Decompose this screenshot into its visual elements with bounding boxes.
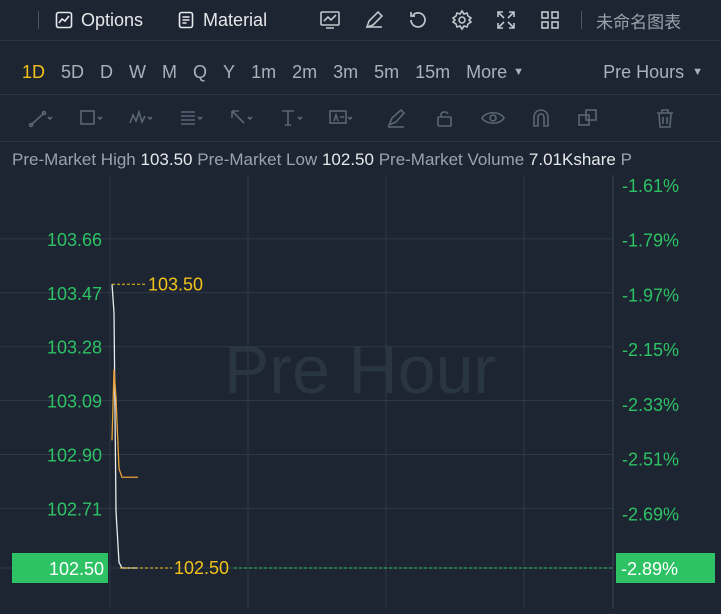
period-5m[interactable]: 5m (374, 62, 399, 83)
period-2m[interactable]: 2m (292, 62, 317, 83)
chart-watermark: Pre Hour (224, 332, 496, 408)
period-1d[interactable]: 1D (22, 62, 45, 83)
y-pct-tick-label: -1.61% (622, 176, 679, 196)
options-button[interactable]: Options (55, 10, 143, 31)
y-pct-tick-label: -2.51% (622, 450, 679, 470)
period-w[interactable]: W (129, 62, 146, 83)
settings-gear-icon[interactable] (451, 9, 473, 31)
premarket-low-value: 102.50 (321, 150, 374, 169)
fibonacci-tool-icon[interactable] (178, 107, 204, 129)
premarket-high-label: Pre-Market High (12, 150, 136, 169)
trendline-tool-icon[interactable] (28, 107, 54, 129)
draw-pen-icon[interactable] (363, 9, 385, 31)
period-5d[interactable]: 5D (61, 62, 84, 83)
toolbar-divider (38, 11, 39, 29)
magnet-icon[interactable] (528, 107, 554, 129)
left-price-axis: 103.66 103.47 103.28 103.09 102.90 102.71 (47, 230, 102, 520)
annotation-tool-icon[interactable] (328, 107, 354, 129)
indicator-icon[interactable] (319, 9, 341, 31)
y-tick-label: 102.71 (47, 499, 102, 519)
premarket-trailing-text: P (620, 150, 632, 169)
y-tick-label: 103.66 (47, 230, 102, 250)
price-chart[interactable]: Pre Hour 103.66 103.47 103.28 103.09 102.90 1… (0, 175, 721, 609)
chart-svg[interactable]: Pre Hour 103.66103.47103.28103.09102.901… (0, 175, 721, 609)
caret-down-icon: ▼ (513, 66, 525, 78)
period-q[interactable]: Q (193, 62, 207, 83)
y-pct-tick-label: -2.33% (622, 395, 679, 415)
price-line (111, 284, 138, 569)
y-pct-tick-label: -2.69% (622, 504, 679, 524)
y-tick-label: 103.09 (47, 392, 102, 412)
material-button[interactable]: Material (177, 10, 267, 31)
document-icon (178, 11, 194, 29)
pattern-tool-icon[interactable] (128, 107, 154, 129)
text-tool-icon[interactable] (278, 107, 304, 129)
period-y[interactable]: Y (223, 62, 235, 83)
chart-name[interactable]: 未命名图表 (596, 8, 681, 33)
lock-icon[interactable] (432, 107, 458, 129)
session-label: Pre Hours (603, 61, 685, 82)
period-1m[interactable]: 1m (251, 62, 276, 83)
layers-icon[interactable] (576, 107, 602, 129)
low-marker-label: 102.50 (174, 558, 229, 578)
toolbar-divider (581, 11, 583, 29)
current-price-label: 102.50 (49, 559, 104, 579)
premarket-info: Pre-Market High 103.50 Pre-Market Low 10… (12, 150, 632, 170)
fullscreen-icon[interactable] (495, 9, 517, 31)
layout-grid-icon[interactable] (539, 9, 561, 31)
period-list: 1D 5D D W M Q Y 1m 2m 3m 5m 15m (22, 62, 466, 83)
more-label: More (466, 61, 508, 82)
premarket-volume-label: Pre-Market Volume (378, 150, 525, 169)
rectangle-tool-icon[interactable] (78, 107, 104, 129)
eye-icon[interactable] (480, 107, 506, 129)
right-percent-axis: -1.61% -1.79% -1.97% -2.15% -2.33% -2.51% -2.6… (622, 176, 679, 524)
premarket-volume-value: 7.01Kshare (528, 150, 616, 169)
chart-options-icon (55, 11, 73, 29)
series-layer (111, 284, 138, 569)
premarket-low-label: Pre-Market Low (197, 150, 318, 169)
period-bar: 1D 5D D W M Q Y 1m 2m 3m 5m 15m More ▼ Pre Hours ▼ (0, 50, 721, 95)
period-15m[interactable]: 15m (415, 62, 450, 83)
trash-icon[interactable] (652, 107, 678, 129)
y-pct-tick-label: -1.79% (622, 231, 679, 251)
current-pct-label: -2.89% (621, 559, 678, 579)
material-label: Material (203, 9, 268, 30)
drawing-toolbar (0, 95, 721, 142)
refresh-icon[interactable] (407, 9, 429, 31)
brush-icon[interactable] (384, 107, 410, 129)
y-pct-tick-label: -2.15% (622, 340, 679, 360)
high-marker-label: 103.50 (148, 274, 203, 294)
y-pct-tick-label: -1.97% (622, 285, 679, 305)
more-periods-button[interactable]: More ▼ (466, 62, 524, 83)
top-toolbar: Options Material 未命名图表 (0, 0, 721, 41)
period-d[interactable]: D (100, 62, 113, 83)
premarket-high-value: 103.50 (140, 150, 193, 169)
y-tick-label: 103.47 (47, 284, 102, 304)
session-select[interactable]: Pre Hours ▼ (603, 62, 703, 83)
y-tick-label: 103.28 (47, 338, 102, 358)
y-tick-label: 102.90 (47, 446, 102, 466)
period-3m[interactable]: 3m (333, 62, 358, 83)
options-label: Options (81, 9, 144, 30)
period-m[interactable]: M (162, 62, 177, 83)
arrow-tool-icon[interactable] (228, 107, 254, 129)
caret-down-icon: ▼ (692, 66, 703, 78)
